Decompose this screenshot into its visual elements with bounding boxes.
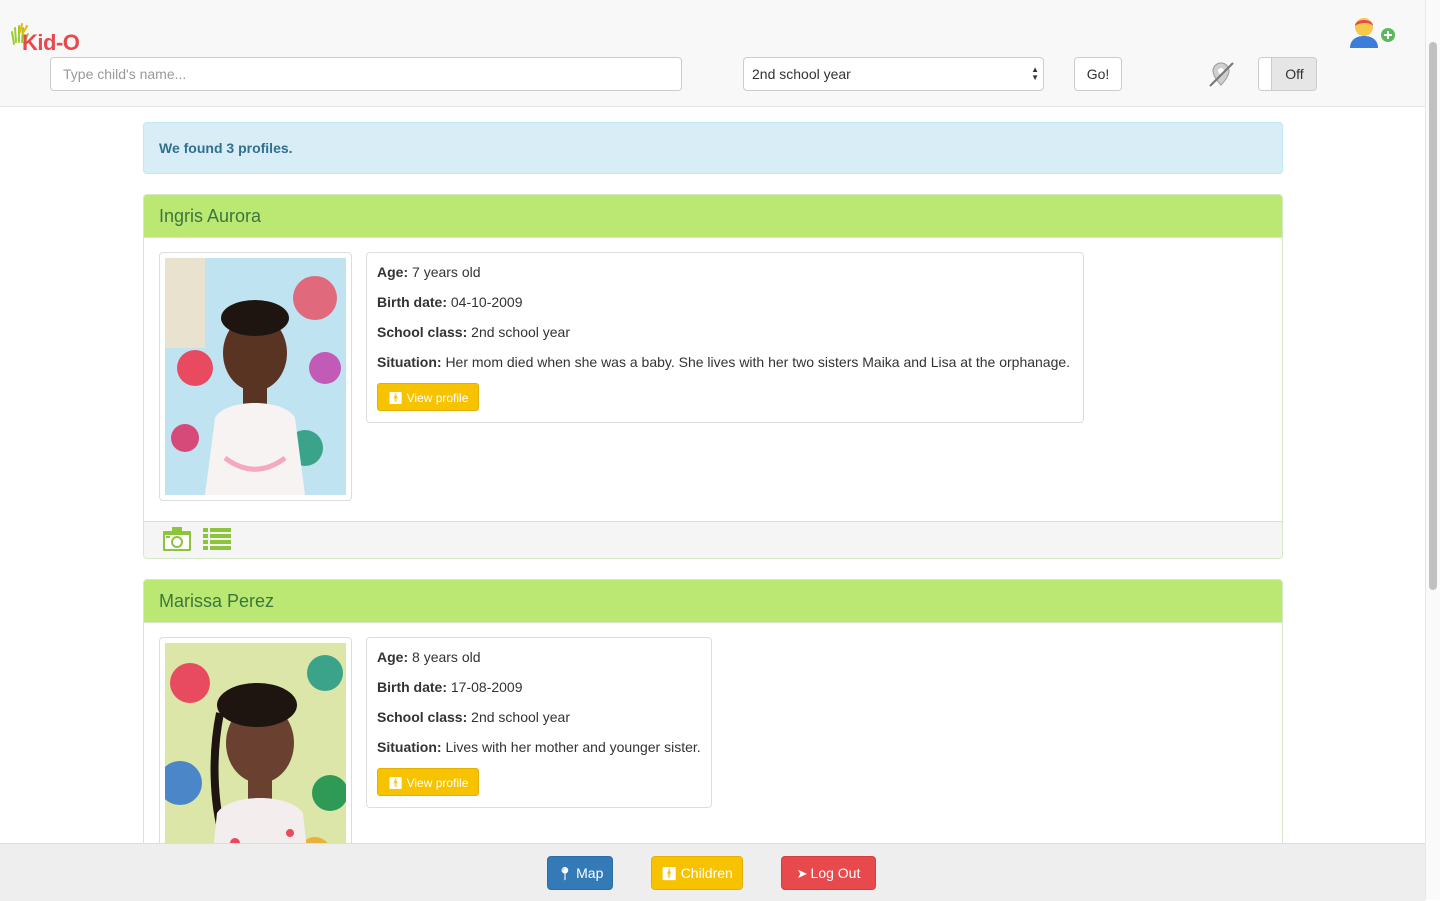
logo-text: Kid-O xyxy=(22,30,80,55)
profile-panel: Ingris Aurora Age: 7 years old Birth dat… xyxy=(143,194,1283,559)
profile-age-row: Age: 8 years old xyxy=(377,648,701,666)
profile-birth-row: Birth date: 17-08-2009 xyxy=(377,678,701,696)
scrollbar-thumb[interactable] xyxy=(1429,42,1437,590)
view-profile-button[interactable]: 🚹︎ View profile xyxy=(377,383,480,411)
bottom-navbar: 📍︎ Map 🚹︎ Children ➤ Log Out xyxy=(0,843,1425,901)
profile-photo-frame[interactable] xyxy=(159,252,352,501)
age-label: Age: xyxy=(377,649,409,665)
list-icon[interactable] xyxy=(202,526,232,552)
situation-value: Lives with her mother and younger sister… xyxy=(445,739,701,755)
children-button[interactable]: 🚹︎ Children xyxy=(651,856,743,890)
logout-button-label: Log Out xyxy=(810,865,861,881)
birth-date-label: Birth date: xyxy=(377,679,447,695)
go-button[interactable]: Go! xyxy=(1074,57,1122,91)
school-class-label: School class: xyxy=(377,324,468,340)
vertical-scrollbar[interactable] xyxy=(1425,0,1440,900)
child-icon: 🚹︎ xyxy=(388,776,404,790)
paper-plane-icon: ➤ xyxy=(796,866,808,881)
map-marker-icon: 📍︎ xyxy=(556,866,574,881)
profile-situation-row: Situation: Her mom died when she was a b… xyxy=(377,353,1073,371)
map-button[interactable]: 📍︎ Map xyxy=(547,856,613,890)
location-toggle[interactable]: Off xyxy=(1258,57,1317,91)
birth-date-value: 04-10-2009 xyxy=(450,294,523,310)
profile-footer xyxy=(144,521,1282,558)
profile-details: Age: 7 years old Birth date: 04-10-2009 … xyxy=(366,252,1084,423)
school-class-value: 2nd school year xyxy=(471,324,570,340)
view-profile-label: View profile xyxy=(406,391,469,405)
situation-label: Situation: xyxy=(377,739,442,755)
school-class-select-value: 2nd school year xyxy=(752,66,851,82)
school-class-select[interactable]: 2nd school year ▲ ▼ xyxy=(743,57,1044,91)
situation-label: Situation: xyxy=(377,354,442,370)
view-profile-button[interactable]: 🚹︎ View profile xyxy=(377,768,480,796)
children-button-label: Children xyxy=(680,865,733,881)
age-value: 7 years old xyxy=(412,264,481,280)
profile-age-row: Age: 7 years old xyxy=(377,263,1073,281)
child-icon: 🚹︎ xyxy=(388,391,404,405)
profile-details: Age: 8 years old Birth date: 17-08-2009 … xyxy=(366,637,712,808)
age-label: Age: xyxy=(377,264,409,280)
view-profile-label: View profile xyxy=(406,776,469,790)
child-icon: 🚹︎ xyxy=(661,866,678,881)
profile-class-row: School class: 2nd school year xyxy=(377,708,701,726)
profile-situation-row: Situation: Lives with her mother and you… xyxy=(377,738,701,756)
map-button-label: Map xyxy=(576,865,604,881)
profile-class-row: School class: 2nd school year xyxy=(377,323,1073,341)
profile-name: Ingris Aurora xyxy=(144,195,1282,238)
app-logo[interactable]: Kid-O xyxy=(6,12,86,55)
child-name-search-input[interactable] xyxy=(50,57,682,91)
school-class-label: School class: xyxy=(377,709,468,725)
situation-value: Her mom died when she was a baby. She li… xyxy=(445,354,1071,370)
toggle-label: Off xyxy=(1285,66,1304,82)
logout-button[interactable]: ➤ Log Out xyxy=(781,856,876,890)
toggle-knob xyxy=(1259,58,1272,90)
birth-date-value: 17-08-2009 xyxy=(450,679,523,695)
age-value: 8 years old xyxy=(412,649,481,665)
add-user-icon[interactable] xyxy=(1346,14,1398,50)
profile-name: Marissa Perez xyxy=(144,580,1282,623)
profile-birth-row: Birth date: 04-10-2009 xyxy=(377,293,1073,311)
results-alert: We found 3 profiles. xyxy=(143,122,1283,174)
location-disabled-icon[interactable] xyxy=(1206,59,1236,89)
camera-icon[interactable] xyxy=(162,526,192,552)
school-class-value: 2nd school year xyxy=(471,709,570,725)
birth-date-label: Birth date: xyxy=(377,294,447,310)
top-navbar: Kid-O 2nd school year ▲▼ Go! Off xyxy=(0,0,1425,107)
select-arrows-icon: ▲ ▼ xyxy=(1031,65,1039,82)
child-photo xyxy=(165,258,346,495)
